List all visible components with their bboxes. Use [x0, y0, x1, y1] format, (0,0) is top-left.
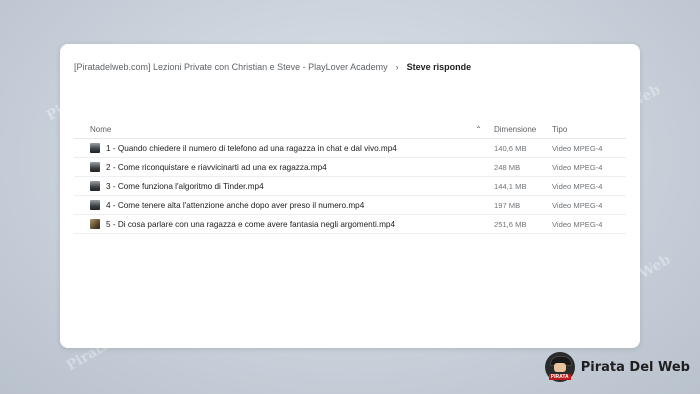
chevron-right-icon: ›: [395, 62, 399, 72]
column-header-name-label: Nome: [90, 124, 112, 134]
file-name: 1 - Quando chiedere il numero di telefon…: [106, 143, 397, 153]
column-header-name[interactable]: Nome ⌃: [74, 125, 494, 134]
file-type: Video MPEG-4: [552, 143, 603, 153]
table-row[interactable]: 5 - Di cosa parlare con una ragazza e co…: [74, 215, 626, 234]
file-name: 5 - Di cosa parlare con una ragazza e co…: [106, 219, 395, 229]
file-type: Video MPEG-4: [552, 162, 603, 172]
file-type: Video MPEG-4: [552, 181, 603, 191]
file-size: 140,6 MB: [494, 143, 527, 153]
column-header-size[interactable]: Dimensione: [494, 125, 552, 134]
table-row[interactable]: 3 - Come funziona l'algoritmo di Tinder.…: [74, 177, 626, 196]
column-header-type[interactable]: Tipo: [552, 125, 626, 134]
video-thumbnail-icon: [90, 200, 100, 210]
file-size: 197 MB: [494, 200, 521, 210]
video-thumbnail-icon: [90, 162, 100, 172]
file-size: 251,6 MB: [494, 219, 527, 229]
video-thumbnail-icon: [90, 143, 100, 153]
file-type: Video MPEG-4: [552, 200, 603, 210]
file-size: 144,1 MB: [494, 181, 527, 191]
file-browser-panel: [Piratadelweb.com] Lezioni Private con C…: [60, 44, 640, 348]
file-name: 4 - Come tenere alta l'attenzione anche …: [106, 200, 365, 210]
table-row[interactable]: 4 - Come tenere alta l'attenzione anche …: [74, 196, 626, 215]
file-size: 248 MB: [494, 162, 521, 172]
table-row[interactable]: 1 - Quando chiedere il numero di telefon…: [74, 139, 626, 158]
table-header: Nome ⌃ Dimensione Tipo: [74, 120, 626, 139]
pirate-mascot-icon: PIRATA: [544, 352, 575, 382]
file-table: Nome ⌃ Dimensione Tipo 1 - Quando chiede…: [74, 120, 626, 234]
video-thumbnail-icon: [90, 181, 100, 191]
breadcrumb-parent-folder[interactable]: [Piratadelweb.com] Lezioni Private con C…: [74, 62, 388, 72]
logo-text: Pirata Del Web: [580, 359, 690, 375]
brand-logo: PIRATA Pirata Del Web: [544, 352, 690, 382]
file-name: 3 - Come funziona l'algoritmo di Tinder.…: [106, 181, 264, 191]
file-name: 2 - Come riconquistare e riavvicinarti a…: [106, 162, 327, 172]
breadcrumb: [Piratadelweb.com] Lezioni Private con C…: [74, 60, 626, 74]
sort-ascending-icon[interactable]: ⌃: [475, 125, 482, 134]
table-row[interactable]: 2 - Come riconquistare e riavvicinarti a…: [74, 158, 626, 177]
logo-badge-label: PIRATA: [548, 374, 571, 380]
video-thumbnail-icon: [90, 219, 100, 229]
breadcrumb-current-folder: Steve risponde: [406, 62, 472, 72]
file-type: Video MPEG-4: [552, 219, 603, 229]
